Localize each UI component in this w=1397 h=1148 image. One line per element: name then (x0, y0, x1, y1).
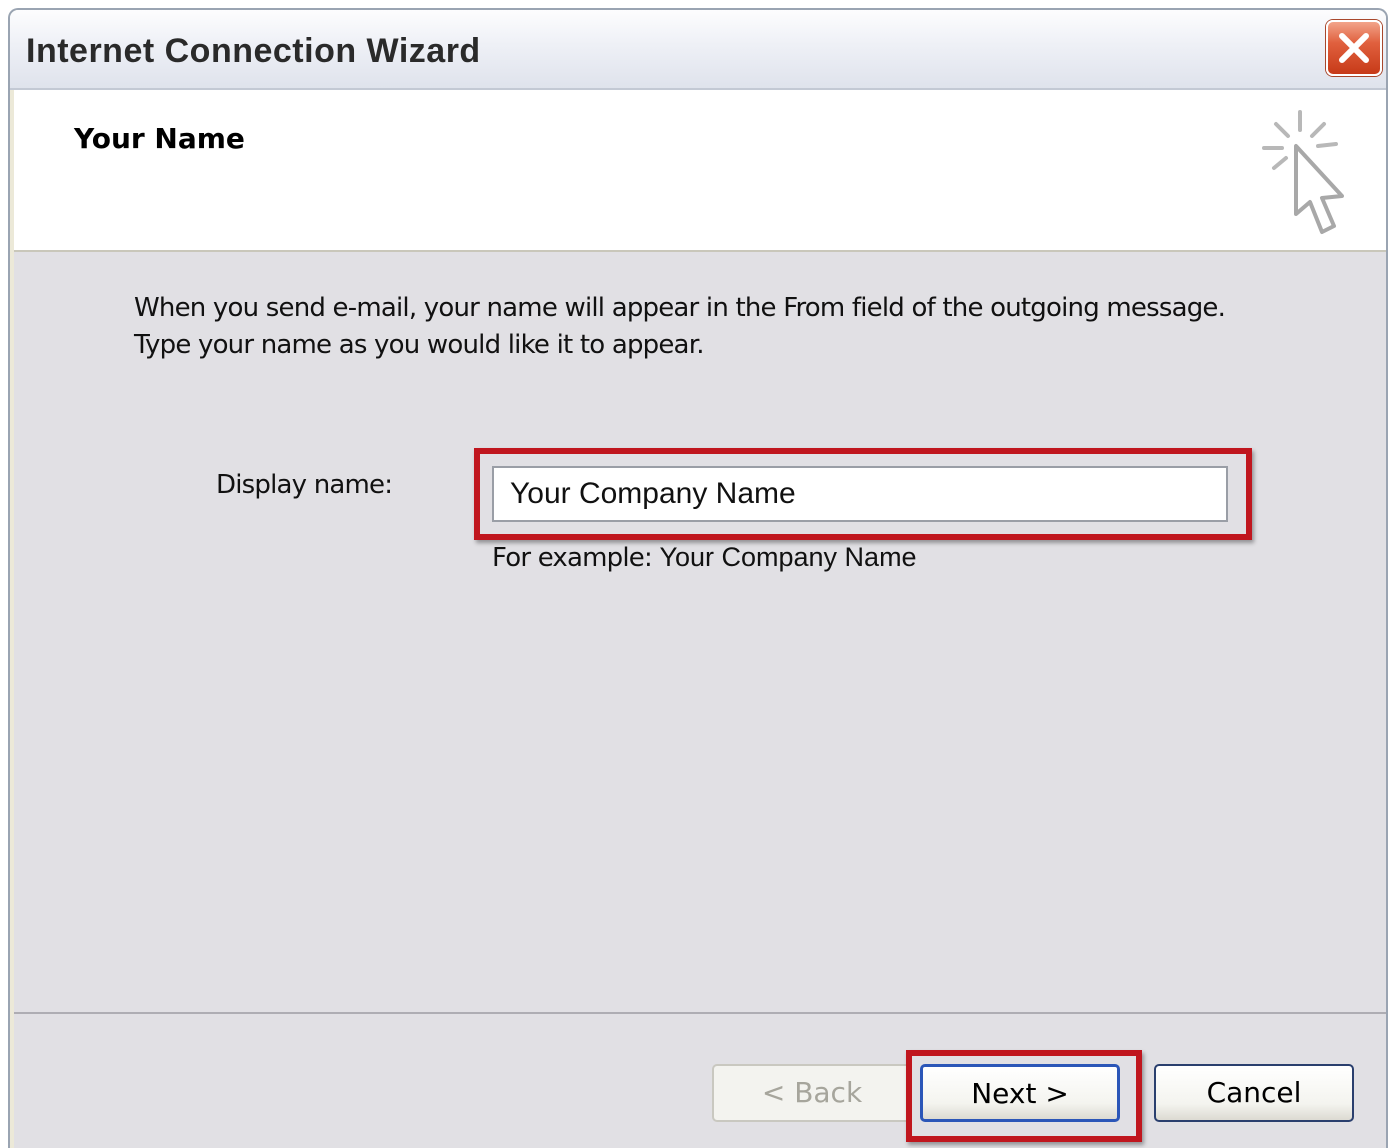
page-title: Your Name (74, 122, 245, 155)
display-name-label: Display name: (216, 470, 393, 500)
window-title: Internet Connection Wizard (26, 32, 481, 70)
cancel-button[interactable]: Cancel (1154, 1064, 1354, 1122)
intro-line-2: Type your name as you would like it to a… (134, 330, 704, 360)
wizard-body: When you send e-mail, your name will app… (14, 252, 1386, 1012)
wizard-header: Your Name (14, 90, 1386, 252)
display-name-input[interactable] (492, 466, 1228, 522)
back-button[interactable]: < Back (712, 1064, 912, 1122)
close-button[interactable] (1326, 20, 1382, 76)
wizard-window: Internet Connection Wizard Your Name Whe… (8, 8, 1388, 1148)
example-text: For example: Your Company Name (492, 542, 917, 573)
intro-line-1: When you send e-mail, your name will app… (134, 293, 1226, 323)
title-bar[interactable]: Internet Connection Wizard (10, 10, 1386, 90)
close-x-icon (1339, 33, 1369, 63)
next-button[interactable]: Next > (920, 1064, 1120, 1122)
intro-text: When you send e-mail, your name will app… (134, 290, 1226, 364)
example-value: Your Company Name (659, 542, 917, 572)
wizard-sparkle-cursor-icon (1262, 110, 1344, 234)
wizard-footer: < Back Next > Cancel (14, 1012, 1386, 1148)
example-prefix: For example: (492, 543, 653, 573)
